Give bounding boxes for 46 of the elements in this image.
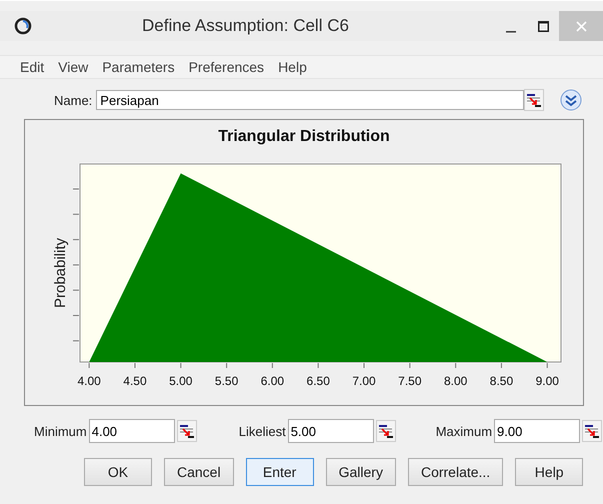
name-label: Name: — [54, 92, 92, 108]
cell-reference-icon — [178, 423, 195, 439]
dialog-button[interactable]: Help — [515, 458, 584, 486]
menu-item[interactable]: Parameters — [102, 59, 175, 75]
dialog-button[interactable]: Cancel — [164, 458, 234, 486]
x-tick-label: 4.00 — [77, 374, 101, 388]
name-field[interactable]: Persiapan — [96, 90, 524, 110]
menu-item[interactable]: Preferences — [188, 59, 264, 75]
parameter-field[interactable]: 4.00 — [88, 419, 175, 443]
maximize-icon — [538, 20, 548, 32]
cell-reference-button[interactable] — [176, 420, 197, 442]
cell-reference-icon — [378, 423, 394, 439]
y-axis-label: Probability — [52, 238, 69, 308]
menu-item[interactable]: Edit — [20, 59, 44, 75]
parameter-label: Minimum — [34, 424, 87, 438]
dialog-button[interactable]: Enter — [246, 458, 314, 486]
x-tick-label: 6.50 — [306, 374, 330, 388]
menu-item[interactable]: View — [58, 59, 88, 75]
cell-reference-button[interactable] — [376, 420, 396, 442]
x-tick-label: 8.00 — [444, 374, 468, 388]
cell-reference-icon — [526, 92, 542, 108]
parameter-label: Likeliest — [238, 424, 286, 438]
x-tick-label: 7.00 — [352, 374, 376, 388]
x-tick-label: 9.00 — [536, 374, 559, 388]
parameter-field[interactable]: 5.00 — [288, 419, 374, 443]
cell-reference-icon — [584, 423, 600, 439]
parameter-field[interactable]: 9.00 — [494, 419, 580, 443]
dialog-button[interactable]: OK — [84, 458, 152, 486]
app-logo-icon — [14, 17, 32, 35]
window-title: Define Assumption: Cell C6 — [142, 16, 349, 36]
x-tick-label: 6.00 — [260, 374, 284, 388]
minimize-icon — [506, 31, 516, 33]
parameter-label: Maximum — [436, 424, 492, 438]
x-tick-label: 5.50 — [214, 374, 238, 388]
x-tick-label: 4.50 — [123, 374, 147, 388]
x-tick-label: 5.00 — [169, 374, 192, 388]
dialog-button[interactable]: Correlate... — [408, 458, 504, 486]
expand-icon[interactable] — [560, 89, 582, 111]
close-icon — [576, 20, 586, 32]
x-tick-label: 7.50 — [398, 374, 422, 388]
menu-item[interactable]: Help — [278, 59, 307, 75]
chart-title: Triangular Distribution — [218, 128, 390, 145]
x-tick-label: 8.50 — [490, 374, 514, 388]
cell-reference-button[interactable] — [524, 89, 544, 111]
dialog-button[interactable]: Gallery — [326, 458, 396, 486]
cell-reference-button[interactable] — [582, 420, 602, 442]
